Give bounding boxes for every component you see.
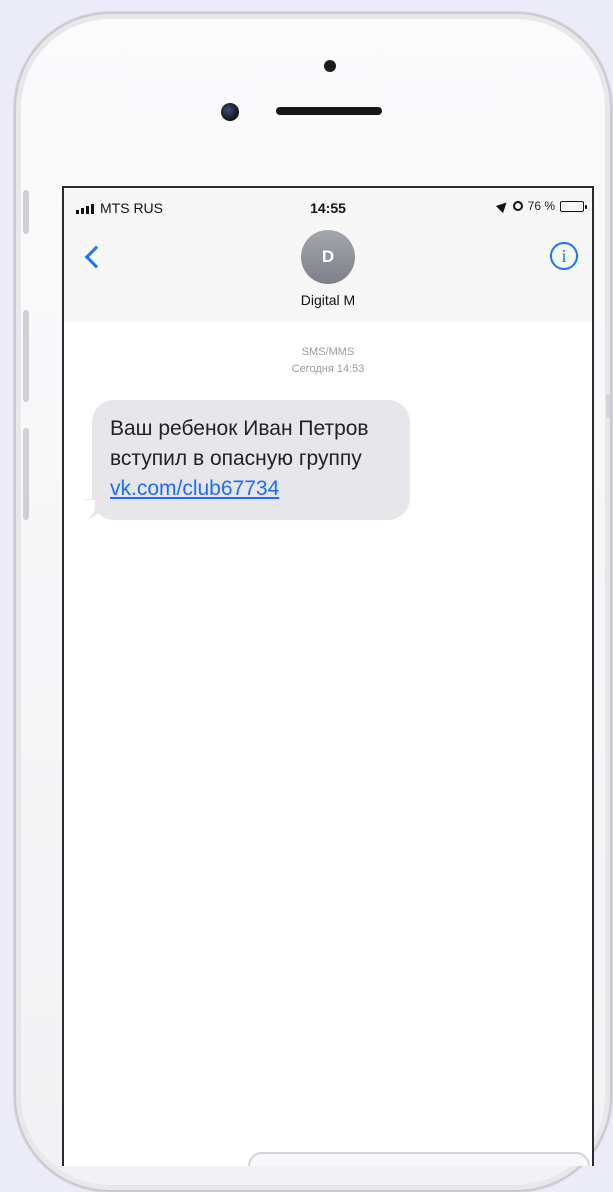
message-compose-field[interactable] bbox=[248, 1152, 590, 1166]
message-line-1: Ваш ребенок Иван Петров bbox=[110, 417, 369, 440]
location-icon bbox=[495, 198, 510, 214]
info-icon: i bbox=[561, 246, 567, 266]
back-button[interactable] bbox=[76, 240, 110, 274]
message-thread[interactable]: SMS/MMS Сегодня 14:53 Ваш ребенок Иван П… bbox=[64, 322, 592, 1166]
phone-screen: MTS RUS 14:55 76 % D Digital M i SMS/MMS… bbox=[62, 186, 594, 1166]
sensor-dot bbox=[324, 60, 336, 72]
message-link[interactable]: vk.com/club67734 bbox=[110, 474, 279, 504]
avatar-initial: D bbox=[321, 247, 335, 266]
message-service-label: SMS/MMS bbox=[301, 346, 355, 358]
volume-down-button bbox=[23, 428, 29, 520]
status-bar: MTS RUS 14:55 76 % bbox=[64, 188, 592, 228]
message-date: Сегодня 14:53 bbox=[291, 363, 365, 375]
alarm-icon bbox=[512, 201, 523, 211]
message-line-2: вступил в опасную группу bbox=[110, 447, 362, 470]
power-button bbox=[606, 394, 610, 418]
status-right-group: 76 % bbox=[495, 198, 587, 214]
info-button[interactable]: i bbox=[550, 242, 578, 270]
front-camera bbox=[221, 103, 239, 121]
phone-frame: MTS RUS 14:55 76 % D Digital M i SMS/MMS… bbox=[14, 12, 612, 1192]
battery-icon bbox=[560, 200, 587, 212]
contact-name[interactable]: Digital M bbox=[64, 292, 592, 308]
contact-avatar[interactable]: D bbox=[301, 230, 355, 284]
incoming-message-bubble[interactable]: Ваш ребенок Иван Петров вступил в опасну… bbox=[81, 400, 410, 520]
messages-header: MTS RUS 14:55 76 % D Digital M i bbox=[64, 188, 592, 323]
message-metadata: SMS/MMS Сегодня 14:53 bbox=[64, 344, 592, 378]
volume-up-button bbox=[23, 310, 29, 402]
battery-percentage: 76 % bbox=[527, 199, 555, 213]
mute-switch bbox=[23, 190, 29, 234]
chevron-left-icon bbox=[84, 245, 108, 269]
earpiece-speaker bbox=[276, 107, 382, 115]
